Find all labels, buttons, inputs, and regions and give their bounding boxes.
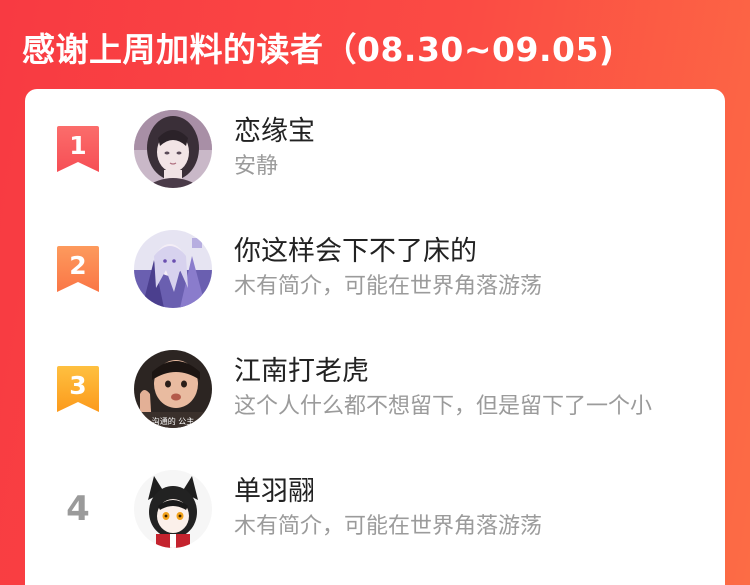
reader-bio: 安静 [234,154,279,179]
avatar[interactable] [134,110,212,188]
reader-bio: 木有简介，可能在世界角落游荡 [234,274,543,299]
avatar-caption: 沟通的 公主 [152,416,195,426]
rank-number: 4 [66,489,90,529]
rank-number: 1 [69,131,87,160]
reader-bio: 木有简介，可能在世界角落游荡 [234,514,543,539]
anime-girl-purple-avatar-icon [134,230,212,308]
rank-ribbon-1: 1 [57,126,99,172]
list-item[interactable]: 2 你这样会下不了床的 木有简介，可能在世界角落游荡 [25,209,725,329]
anime-girl-sketch-avatar-icon [134,110,212,188]
anime-catgirl-avatar-icon [134,470,212,548]
reader-name: 单羽翮 [234,476,315,507]
avatar[interactable] [134,470,212,548]
rank-number: 3 [69,371,87,400]
list-item[interactable]: 3 沟通的 公主 江南打老虎 这个人什么都不想留下，但是留下了一个小 [25,329,725,449]
weekly-readers-banner: 感谢上周加料的读者（08.30~09.05) 1 恋缘宝 安静 2 你这样会下不… [0,0,750,585]
rank-ribbon-3: 3 [57,366,99,412]
rank-number: 2 [69,251,87,280]
avatar[interactable] [134,230,212,308]
reader-name: 江南打老虎 [234,356,369,387]
page-title: 感谢上周加料的读者（08.30~09.05) [22,30,615,69]
avatar[interactable]: 沟通的 公主 [134,350,212,428]
list-item[interactable]: 4 单羽翮 木有简介，可能在世界角落游荡 [25,449,725,569]
reader-list-card: 1 恋缘宝 安静 2 你这样会下不了床的 木有简介，可能在世界角落游荡 3 沟通… [25,89,725,585]
child-photo-avatar-icon: 沟通的 公主 [134,350,212,428]
reader-name: 你这样会下不了床的 [234,236,477,267]
reader-name: 恋缘宝 [234,116,315,147]
rank-ribbon-2: 2 [57,246,99,292]
list-item[interactable]: 1 恋缘宝 安静 [25,89,725,209]
reader-bio: 这个人什么都不想留下，但是留下了一个小 [234,394,653,419]
